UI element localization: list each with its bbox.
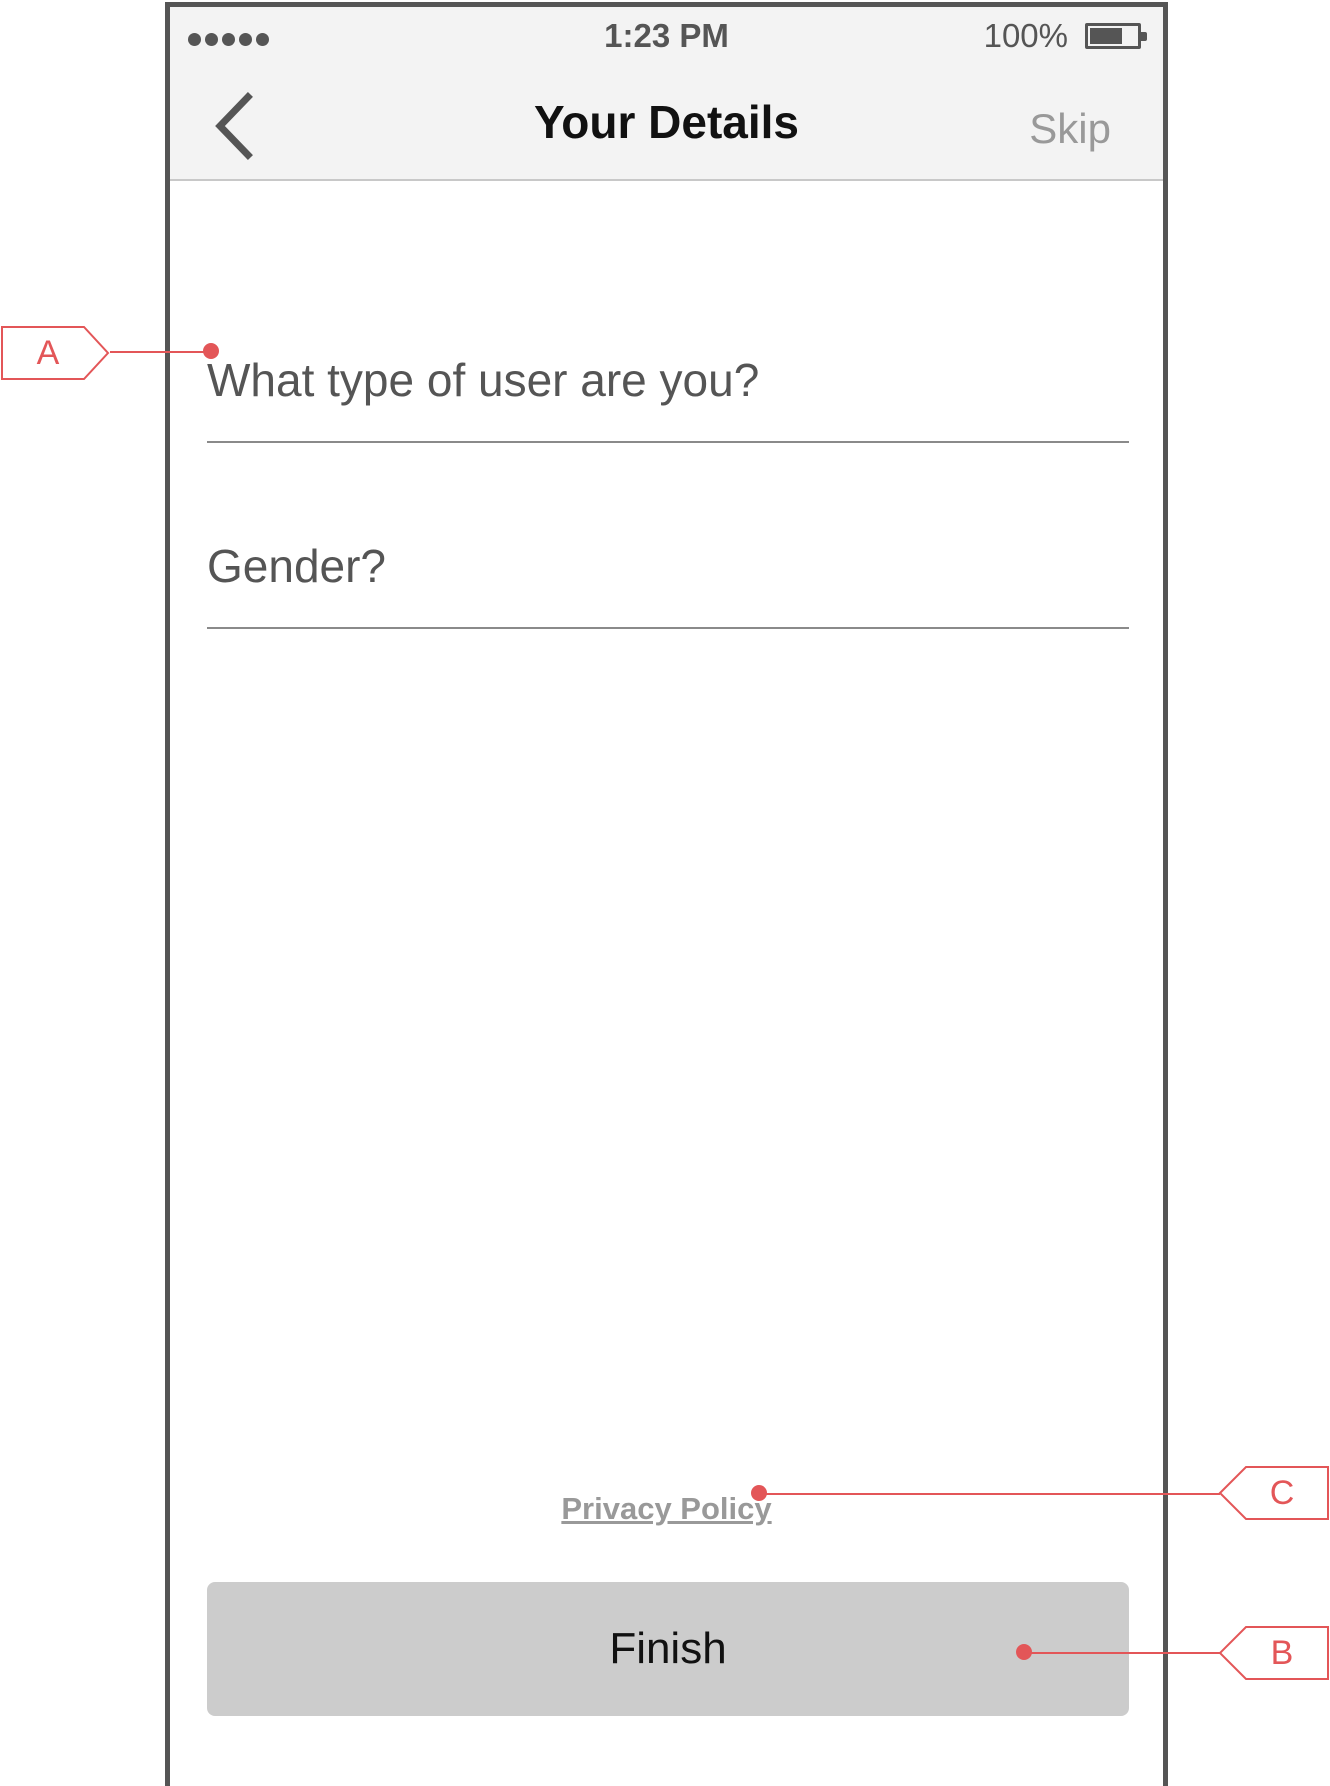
user-type-field[interactable]: What type of user are you? bbox=[207, 353, 1129, 443]
privacy-policy-link[interactable]: Privacy Policy bbox=[170, 1491, 1163, 1527]
gender-field[interactable]: Gender? bbox=[207, 539, 1129, 629]
annotation-a-label: A bbox=[36, 333, 60, 372]
skip-button[interactable]: Skip bbox=[1029, 105, 1111, 153]
phone-frame: 1:23 PM 100% Your Details Skip What type… bbox=[165, 2, 1168, 1786]
user-type-placeholder: What type of user are you? bbox=[207, 354, 760, 406]
finish-button[interactable]: Finish bbox=[207, 1582, 1129, 1716]
page-title: Your Details bbox=[534, 96, 799, 148]
gender-placeholder: Gender? bbox=[207, 540, 387, 592]
navigation-bar: 1:23 PM 100% Your Details Skip bbox=[170, 7, 1163, 181]
battery-percentage: 100% bbox=[983, 17, 1068, 54]
annotation-b-label: B bbox=[1270, 1633, 1294, 1672]
battery-icon bbox=[1085, 23, 1147, 49]
annotation-c-label: C bbox=[1269, 1473, 1295, 1512]
